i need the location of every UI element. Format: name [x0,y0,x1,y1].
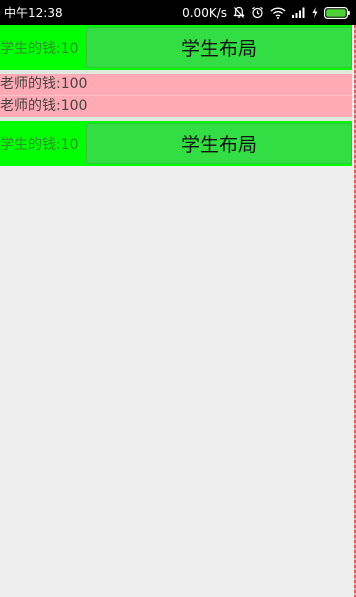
net-speed: 0.00K/s [182,5,227,20]
signal-icon [292,7,306,18]
status-bar: 中午12:38 0.00K/s [0,0,356,25]
student-layout-button[interactable]: 学生布局 [86,123,352,164]
student-layout-row: 学生的钱:10 学生布局 [0,121,352,166]
student-money-label: 学生的钱:10 [0,40,79,57]
student-layout-row: 学生的钱:10 学生布局 [0,25,352,70]
teacher-money-row: 老师的钱:100 [0,96,352,117]
battery-icon [324,6,350,19]
charging-icon [312,7,318,18]
alarm-icon [251,6,264,19]
status-time: 中午12:38 [4,6,63,20]
teacher-money-row: 老师的钱:100 [0,74,352,95]
wifi-icon [270,6,286,19]
student-money-label: 学生的钱:10 [0,136,79,153]
status-icons: 0.00K/s [182,6,350,20]
main-content: 学生的钱:10 学生布局 老师的钱:100 老师的钱:100 学生的钱:10 学… [0,25,352,166]
student-layout-button[interactable]: 学生布局 [86,27,352,68]
bell-off-icon [233,6,245,19]
